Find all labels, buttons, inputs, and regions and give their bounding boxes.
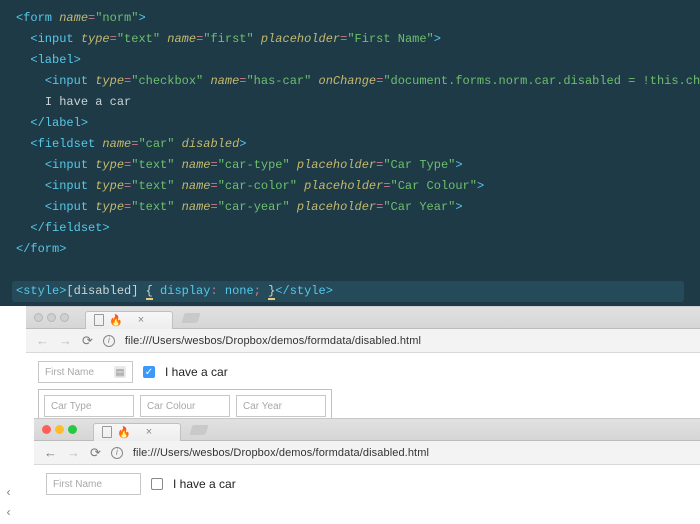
back-button[interactable]: ← [44, 445, 57, 460]
car-year-input[interactable]: Car Year [236, 395, 326, 417]
minimize-window-icon[interactable] [47, 313, 56, 322]
tab-close-icon[interactable]: × [146, 426, 152, 438]
zoom-window-icon[interactable] [60, 313, 69, 322]
browser-viewport: First Name I have a car [34, 465, 700, 509]
browser-window-checked: 🔥 × ← → ⟳ i file:///Users/wesbos/Dropbox… [26, 306, 700, 431]
gutter-caret-icon: ‹ [5, 506, 12, 520]
code-line: </fieldset> [16, 218, 684, 239]
car-colour-input[interactable]: Car Colour [140, 395, 230, 417]
code-line: </form> [16, 239, 684, 260]
has-car-label: I have a car [173, 477, 236, 491]
code-line: <fieldset name="car" disabled> [16, 134, 684, 155]
forward-button[interactable]: → [59, 333, 72, 348]
code-line: <input type="text" name="car-color" plac… [16, 176, 684, 197]
first-name-input[interactable]: First Name ▤ [38, 361, 133, 383]
close-window-icon[interactable] [34, 313, 43, 322]
code-line: <label> [16, 50, 684, 71]
url-text[interactable]: file:///Users/wesbos/Dropbox/demos/formd… [125, 335, 421, 347]
forward-button[interactable]: → [67, 445, 80, 460]
browser-window-unchecked: 🔥 × ← → ⟳ i file:///Users/wesbos/Dropbox… [34, 418, 700, 509]
browser-windows-region: ‹ ‹ 🔥 × ← → ⟳ i file:///Users/wesbos/Dro… [0, 306, 700, 524]
site-info-icon[interactable]: i [111, 447, 123, 459]
placeholder-text: Car Colour [147, 401, 195, 412]
code-editor[interactable]: <form name="norm"> <input type="text" na… [0, 0, 700, 306]
url-text[interactable]: file:///Users/wesbos/Dropbox/demos/formd… [133, 447, 429, 459]
code-line: <input type="text" name="first" placehol… [16, 29, 684, 50]
autofill-icon[interactable]: ▤ [114, 366, 126, 378]
first-name-input[interactable]: First Name [46, 473, 141, 495]
window-traffic-lights[interactable] [42, 425, 77, 434]
page-icon [94, 314, 104, 326]
reload-button[interactable]: ⟳ [90, 445, 101, 461]
close-window-icon[interactable] [42, 425, 51, 434]
code-line: <form name="norm"> [16, 8, 684, 29]
browser-tab[interactable]: 🔥 × [85, 311, 173, 329]
new-tab-button[interactable] [182, 313, 201, 323]
code-line: <input type="text" name="car-year" place… [16, 197, 684, 218]
placeholder-text: Car Type [51, 401, 91, 412]
code-line: </label> [16, 113, 684, 134]
placeholder-text: First Name [53, 479, 102, 490]
has-car-checkbox[interactable]: ✓ [143, 366, 155, 378]
back-button[interactable]: ← [36, 333, 49, 348]
new-tab-button[interactable] [190, 425, 209, 435]
placeholder-text: Car Year [243, 401, 282, 412]
window-traffic-lights[interactable] [34, 313, 69, 322]
minimize-window-icon[interactable] [55, 425, 64, 434]
browser-address-bar: ← → ⟳ i file:///Users/wesbos/Dropbox/dem… [26, 329, 700, 353]
gutter-caret-icon: ‹ [5, 486, 12, 500]
browser-tab[interactable]: 🔥 × [93, 423, 181, 441]
placeholder-text: First Name [45, 367, 94, 378]
code-line [16, 260, 684, 281]
code-line: <input type="text" name="car-type" place… [16, 155, 684, 176]
has-car-checkbox[interactable] [151, 478, 163, 490]
tab-close-icon[interactable]: × [138, 314, 144, 326]
tab-favicon: 🔥 [117, 426, 131, 439]
browser-address-bar: ← → ⟳ i file:///Users/wesbos/Dropbox/dem… [34, 441, 700, 465]
code-line: I have a car [16, 92, 684, 113]
site-info-icon[interactable]: i [103, 335, 115, 347]
code-line: <input type="checkbox" name="has-car" on… [16, 71, 684, 92]
code-line-highlighted: <style>[disabled] { display: none; }</st… [12, 281, 684, 302]
has-car-label: I have a car [165, 365, 228, 379]
browser-tabbar: 🔥 × [26, 307, 700, 329]
page-icon [102, 426, 112, 438]
reload-button[interactable]: ⟳ [82, 333, 93, 349]
zoom-window-icon[interactable] [68, 425, 77, 434]
browser-tabbar: 🔥 × [34, 419, 700, 441]
tab-favicon: 🔥 [109, 314, 123, 327]
car-type-input[interactable]: Car Type [44, 395, 134, 417]
